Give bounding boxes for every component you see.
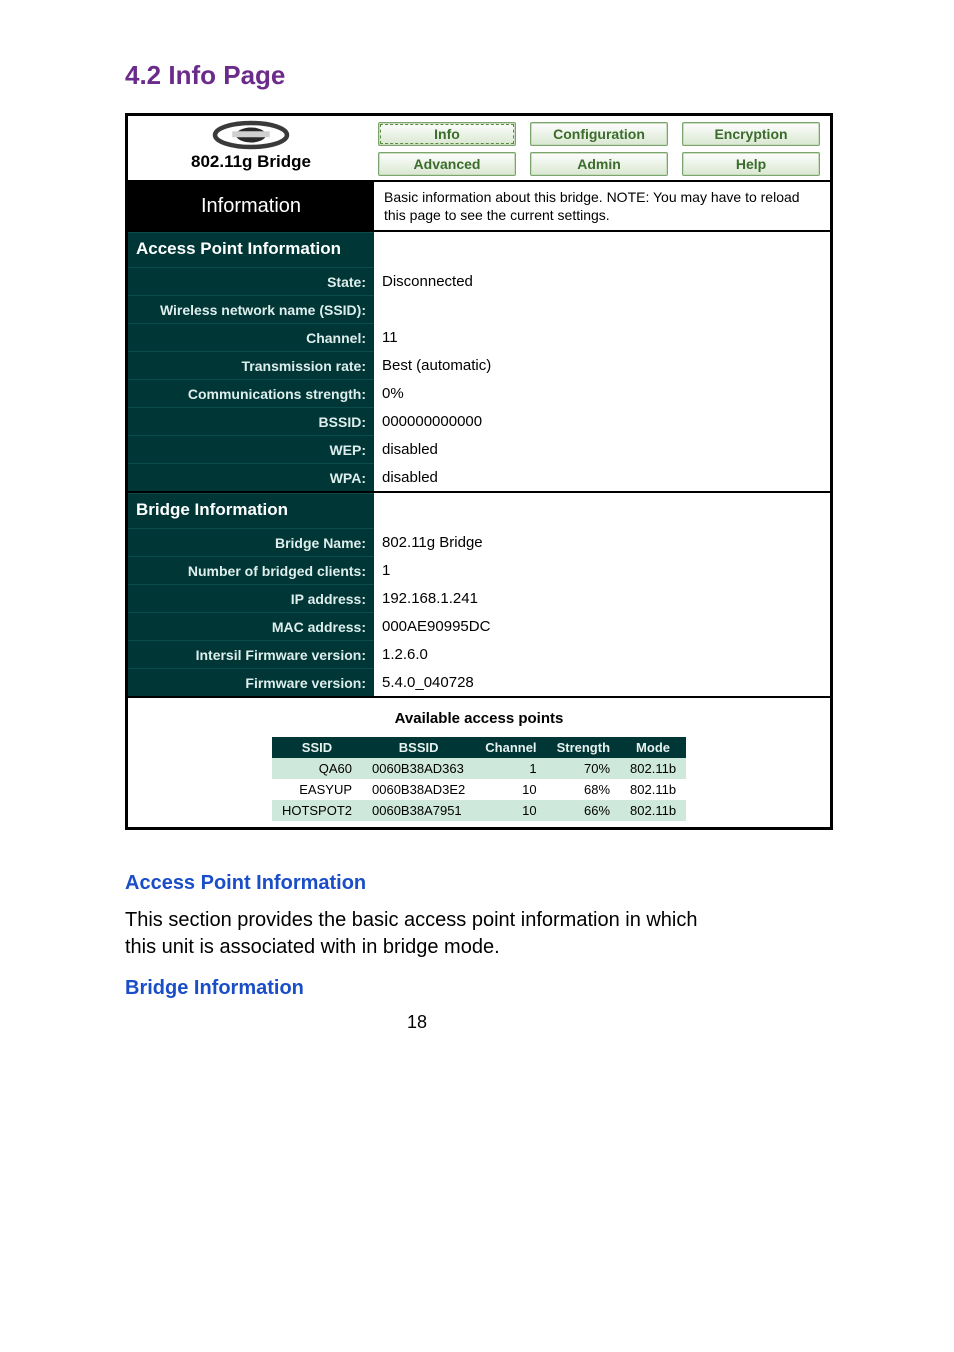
kv-value: disabled — [374, 435, 830, 463]
info-bar: Information Basic information about this… — [128, 180, 830, 232]
kv-label: WPA: — [128, 463, 374, 491]
aap-cell-channel: 10 — [475, 800, 546, 821]
tab-admin[interactable]: Admin — [530, 152, 668, 176]
kv-channel: Channel: 11 — [128, 323, 830, 351]
kv-value: 0% — [374, 379, 830, 407]
ap-info-section: Access Point Information State: Disconne… — [128, 232, 830, 491]
header: 802.11g Bridge Info Configuration Encryp… — [128, 116, 830, 180]
kv-label: Wireless network name (SSID): — [128, 295, 374, 323]
kv-bssid: BSSID: 000000000000 — [128, 407, 830, 435]
aap-th-bssid: BSSID — [362, 737, 475, 758]
aap-th-mode: Mode — [620, 737, 686, 758]
kv-bridge-name: Bridge Name: 802.11g Bridge — [128, 528, 830, 556]
kv-value — [374, 295, 830, 323]
kv-label: Channel: — [128, 323, 374, 351]
kv-wep: WEP: disabled — [128, 435, 830, 463]
kv-label: State: — [128, 267, 374, 295]
nav-tabs: Info Configuration Encryption Advanced A… — [374, 116, 830, 180]
logo-block: 802.11g Bridge — [128, 116, 374, 180]
tab-row-2: Advanced Admin Help — [378, 152, 820, 176]
kv-ip: IP address: 192.168.1.241 — [128, 584, 830, 612]
kv-label: Firmware version: — [128, 668, 374, 696]
kv-ssid: Wireless network name (SSID): — [128, 295, 830, 323]
kv-label: WEP: — [128, 435, 374, 463]
info-bar-description: Basic information about this bridge. NOT… — [374, 182, 830, 230]
kv-value: Best (automatic) — [374, 351, 830, 379]
kv-value: Disconnected — [374, 267, 830, 295]
tab-encryption[interactable]: Encryption — [682, 122, 820, 146]
section-heading: 4.2 Info Page — [125, 60, 709, 91]
aap-cell-mode: 802.11b — [620, 800, 686, 821]
aap-th-ssid: SSID — [272, 737, 362, 758]
kv-state: State: Disconnected — [128, 267, 830, 295]
kv-value: 802.11g Bridge — [374, 528, 830, 556]
kv-bridged-clients: Number of bridged clients: 1 — [128, 556, 830, 584]
kv-comm-strength: Communications strength: 0% — [128, 379, 830, 407]
kv-value: disabled — [374, 463, 830, 491]
aap-cell-ssid: EASYUP — [272, 779, 362, 800]
aap-cell-mode: 802.11b — [620, 758, 686, 779]
doc-paragraph-ap-info: This section provides the basic access p… — [125, 907, 709, 961]
aap-cell-channel: 10 — [475, 779, 546, 800]
doc-heading-ap-info: Access Point Information — [125, 872, 709, 895]
kv-label: IP address: — [128, 584, 374, 612]
tab-configuration[interactable]: Configuration — [530, 122, 668, 146]
tab-info[interactable]: Info — [378, 122, 516, 146]
aap-th-strength: Strength — [547, 737, 620, 758]
kv-wpa: WPA: disabled — [128, 463, 830, 491]
aap-row: EASYUP 0060B38AD3E2 10 68% 802.11b — [272, 779, 686, 800]
aap-row: HOTSPOT2 0060B38A7951 10 66% 802.11b — [272, 800, 686, 821]
available-access-points: Available access points SSID BSSID Chann… — [128, 698, 830, 827]
screenshot-frame: 802.11g Bridge Info Configuration Encryp… — [125, 113, 833, 830]
aap-cell-strength: 70% — [547, 758, 620, 779]
aap-cell-strength: 68% — [547, 779, 620, 800]
kv-label: MAC address: — [128, 612, 374, 640]
kv-label: Transmission rate: — [128, 351, 374, 379]
kv-intersil-fw: Intersil Firmware version: 1.2.6.0 — [128, 640, 830, 668]
aap-row: QA60 0060B38AD363 1 70% 802.11b — [272, 758, 686, 779]
kv-value: 11 — [374, 323, 830, 351]
product-name: 802.11g Bridge — [128, 152, 374, 172]
aap-cell-mode: 802.11b — [620, 779, 686, 800]
kv-value: 1.2.6.0 — [374, 640, 830, 668]
aap-table: SSID BSSID Channel Strength Mode QA60 00… — [272, 737, 686, 821]
aap-title: Available access points — [128, 710, 830, 727]
aap-cell-ssid: QA60 — [272, 758, 362, 779]
tab-row-1: Info Configuration Encryption — [378, 122, 820, 146]
kv-label: Intersil Firmware version: — [128, 640, 374, 668]
kv-value: 1 — [374, 556, 830, 584]
tab-advanced[interactable]: Advanced — [378, 152, 516, 176]
kv-label: Communications strength: — [128, 379, 374, 407]
kv-value: 000000000000 — [374, 407, 830, 435]
aap-cell-bssid: 0060B38A7951 — [362, 800, 475, 821]
aap-cell-strength: 66% — [547, 800, 620, 821]
aap-th-channel: Channel — [475, 737, 546, 758]
kv-value: 000AE90995DC — [374, 612, 830, 640]
kv-mac: MAC address: 000AE90995DC — [128, 612, 830, 640]
kv-value: 5.4.0_040728 — [374, 668, 830, 696]
logo-icon — [208, 120, 294, 150]
bridge-info-section: Bridge Information Bridge Name: 802.11g … — [128, 493, 830, 696]
doc-heading-bridge-info: Bridge Information — [125, 977, 709, 1000]
kv-txrate: Transmission rate: Best (automatic) — [128, 351, 830, 379]
kv-label: Number of bridged clients: — [128, 556, 374, 584]
aap-cell-channel: 1 — [475, 758, 546, 779]
tab-help[interactable]: Help — [682, 152, 820, 176]
info-bar-title: Information — [128, 182, 374, 230]
aap-cell-ssid: HOTSPOT2 — [272, 800, 362, 821]
kv-firmware: Firmware version: 5.4.0_040728 — [128, 668, 830, 696]
kv-label: Bridge Name: — [128, 528, 374, 556]
aap-cell-bssid: 0060B38AD3E2 — [362, 779, 475, 800]
kv-label: BSSID: — [128, 407, 374, 435]
aap-cell-bssid: 0060B38AD363 — [362, 758, 475, 779]
page-number: 18 — [125, 1012, 709, 1033]
ap-info-heading: Access Point Information — [128, 232, 374, 267]
bridge-info-heading: Bridge Information — [128, 493, 374, 528]
kv-value: 192.168.1.241 — [374, 584, 830, 612]
